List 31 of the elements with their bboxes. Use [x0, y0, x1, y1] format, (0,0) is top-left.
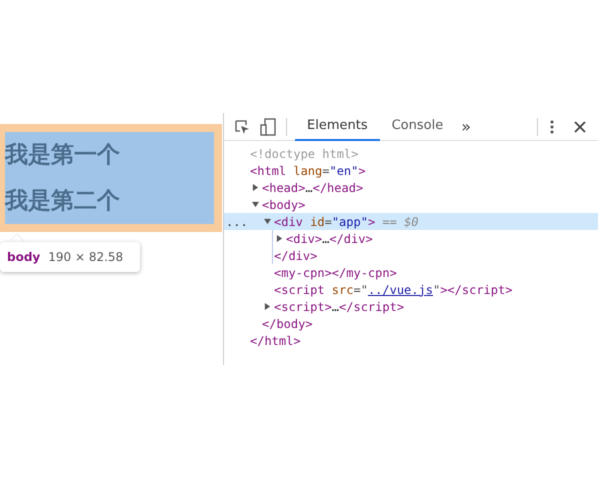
expanded-triangle-icon[interactable]	[264, 218, 271, 225]
close-icon[interactable]	[574, 120, 586, 132]
code-line: <body>	[262, 196, 306, 214]
selected-row[interactable]: ... <div id="app"> == $0	[224, 213, 598, 230]
code-line: <head>…</head>	[262, 180, 364, 196]
page-text: 我是第二个	[5, 190, 120, 212]
code-line: <script src="../vue.js"></script>	[274, 282, 512, 298]
gutter-ellipsis[interactable]: ...	[226, 212, 248, 230]
expanded-triangle-icon[interactable]	[252, 201, 259, 208]
code-line: </div>	[274, 248, 318, 264]
collapsed-triangle-icon[interactable]	[252, 184, 259, 191]
inspect-icon[interactable]	[234, 118, 250, 134]
code-line: </html>	[250, 332, 301, 350]
tooltip-size: 190 × 82.58	[48, 249, 124, 266]
tooltip-tag: body	[7, 248, 40, 266]
code-line: <script>…</script>	[274, 298, 404, 316]
code-line: <div>…</div>	[286, 230, 373, 248]
code-link[interactable]: ../vue.js	[368, 282, 433, 296]
more-tabs-button[interactable]: »	[455, 114, 478, 138]
menu-icon[interactable]	[550, 120, 554, 134]
code-line: <div id="app"> == $0	[274, 214, 419, 230]
collapsed-triangle-icon[interactable]	[264, 303, 271, 310]
code-line: <!doctype html>	[250, 146, 358, 162]
code-line: </body>	[262, 316, 313, 332]
page-text: 我是第一个	[5, 144, 120, 166]
collapsed-triangle-icon[interactable]	[276, 235, 283, 242]
devtools-tab[interactable]: Elements	[295, 112, 380, 140]
device-icon[interactable]	[260, 118, 276, 136]
devtools-tab[interactable]: Console	[380, 112, 456, 140]
code-line: <html lang="en">	[250, 162, 366, 180]
code-line: <my-cpn></my-cpn>	[274, 264, 397, 282]
